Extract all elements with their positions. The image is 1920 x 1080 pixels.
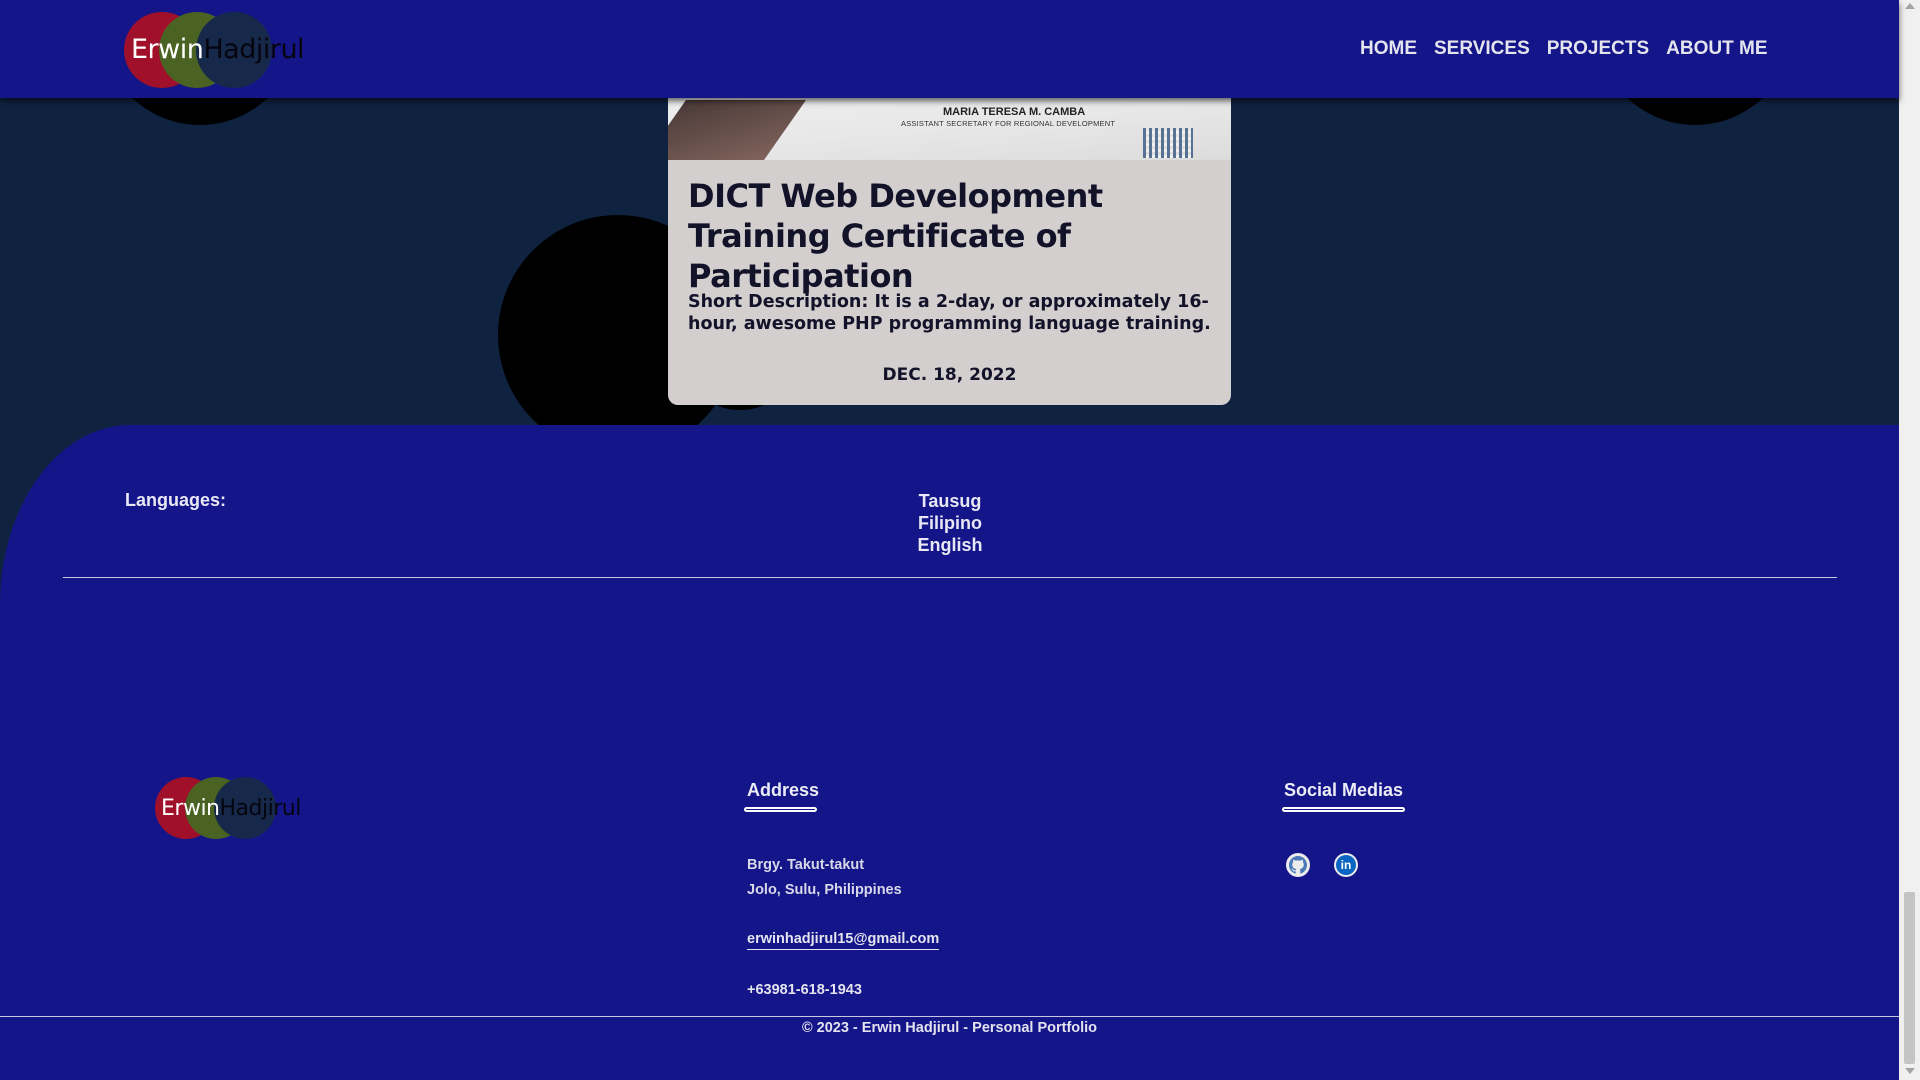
logo-last-name: Hadjirul: [219, 796, 302, 821]
scrollbar-thumb[interactable]: [1904, 892, 1915, 1064]
logo-first-name: Erwin: [161, 796, 220, 821]
github-icon[interactable]: [1286, 853, 1310, 877]
logo-text: ErwinHadjirul: [161, 796, 301, 821]
logo-first-name: Erwin: [131, 34, 204, 65]
heading-underline: [744, 807, 817, 812]
top-navbar: ErwinHadjirul HOME SERVICES PROJECTS ABO…: [0, 0, 1899, 98]
phone-number: +63981-618-1943: [747, 982, 862, 998]
logo-text: ErwinHadjirul: [131, 34, 305, 65]
divider: [0, 1016, 1899, 1017]
nav-projects[interactable]: PROJECTS: [1547, 38, 1649, 60]
social-medias-heading: Social Medias: [1284, 780, 1404, 800]
language-item: Tausug: [918, 491, 982, 511]
card-title: DICT Web Development Training Certificat…: [688, 177, 1103, 295]
scroll-down-icon[interactable]: [1905, 1068, 1915, 1074]
address-line-1: Brgy. Takut-takut: [747, 857, 865, 873]
nav-home[interactable]: HOME: [1360, 38, 1417, 60]
address-line-2: Jolo, Sulu, Philippines: [747, 882, 902, 898]
copyright-text: © 2023 - Erwin Hadjirul - Personal Portf…: [801, 1020, 1098, 1036]
certificate-corner-graphic: [668, 100, 807, 160]
certificate-signatory-name: MARIA TERESA M. CAMBA: [943, 106, 1086, 118]
language-item: English: [917, 535, 983, 555]
linkedin-icon[interactable]: in: [1334, 853, 1358, 877]
scroll-up-icon[interactable]: [1905, 3, 1915, 9]
heading-underline: [1282, 807, 1405, 812]
linkedin-glyph: in: [1336, 855, 1356, 875]
languages-label: Languages:: [125, 490, 227, 510]
project-card[interactable]: MARIA TERESA M. CAMBA ASSISTANT SECRETAR…: [668, 60, 1231, 405]
divider: [63, 577, 1837, 578]
logo-last-name: Hadjirul: [203, 34, 305, 65]
certificate-signatory-role: ASSISTANT SECRETARY FOR REGIONAL DEVELOP…: [901, 119, 1116, 128]
site-logo[interactable]: ErwinHadjirul: [124, 12, 324, 88]
languages-list: Tausug Filipino English: [900, 490, 1000, 556]
nav-services[interactable]: SERVICES: [1434, 38, 1530, 60]
language-item: Filipino: [918, 513, 982, 533]
main-nav: HOME SERVICES PROJECTS ABOUT ME: [1360, 38, 1768, 60]
address-heading: Address: [747, 780, 820, 800]
email-link[interactable]: erwinhadjirul15@gmail.com: [747, 931, 940, 950]
vertical-scrollbar[interactable]: [1899, 0, 1920, 1080]
card-description: Short Description: It is a 2-day, or app…: [688, 292, 1211, 334]
nav-about-me[interactable]: ABOUT ME: [1666, 38, 1767, 60]
card-date: DEC. 18, 2022: [882, 365, 1017, 385]
footer-logo[interactable]: ErwinHadjirul: [155, 777, 335, 839]
qr-code-icon: [1143, 128, 1193, 158]
